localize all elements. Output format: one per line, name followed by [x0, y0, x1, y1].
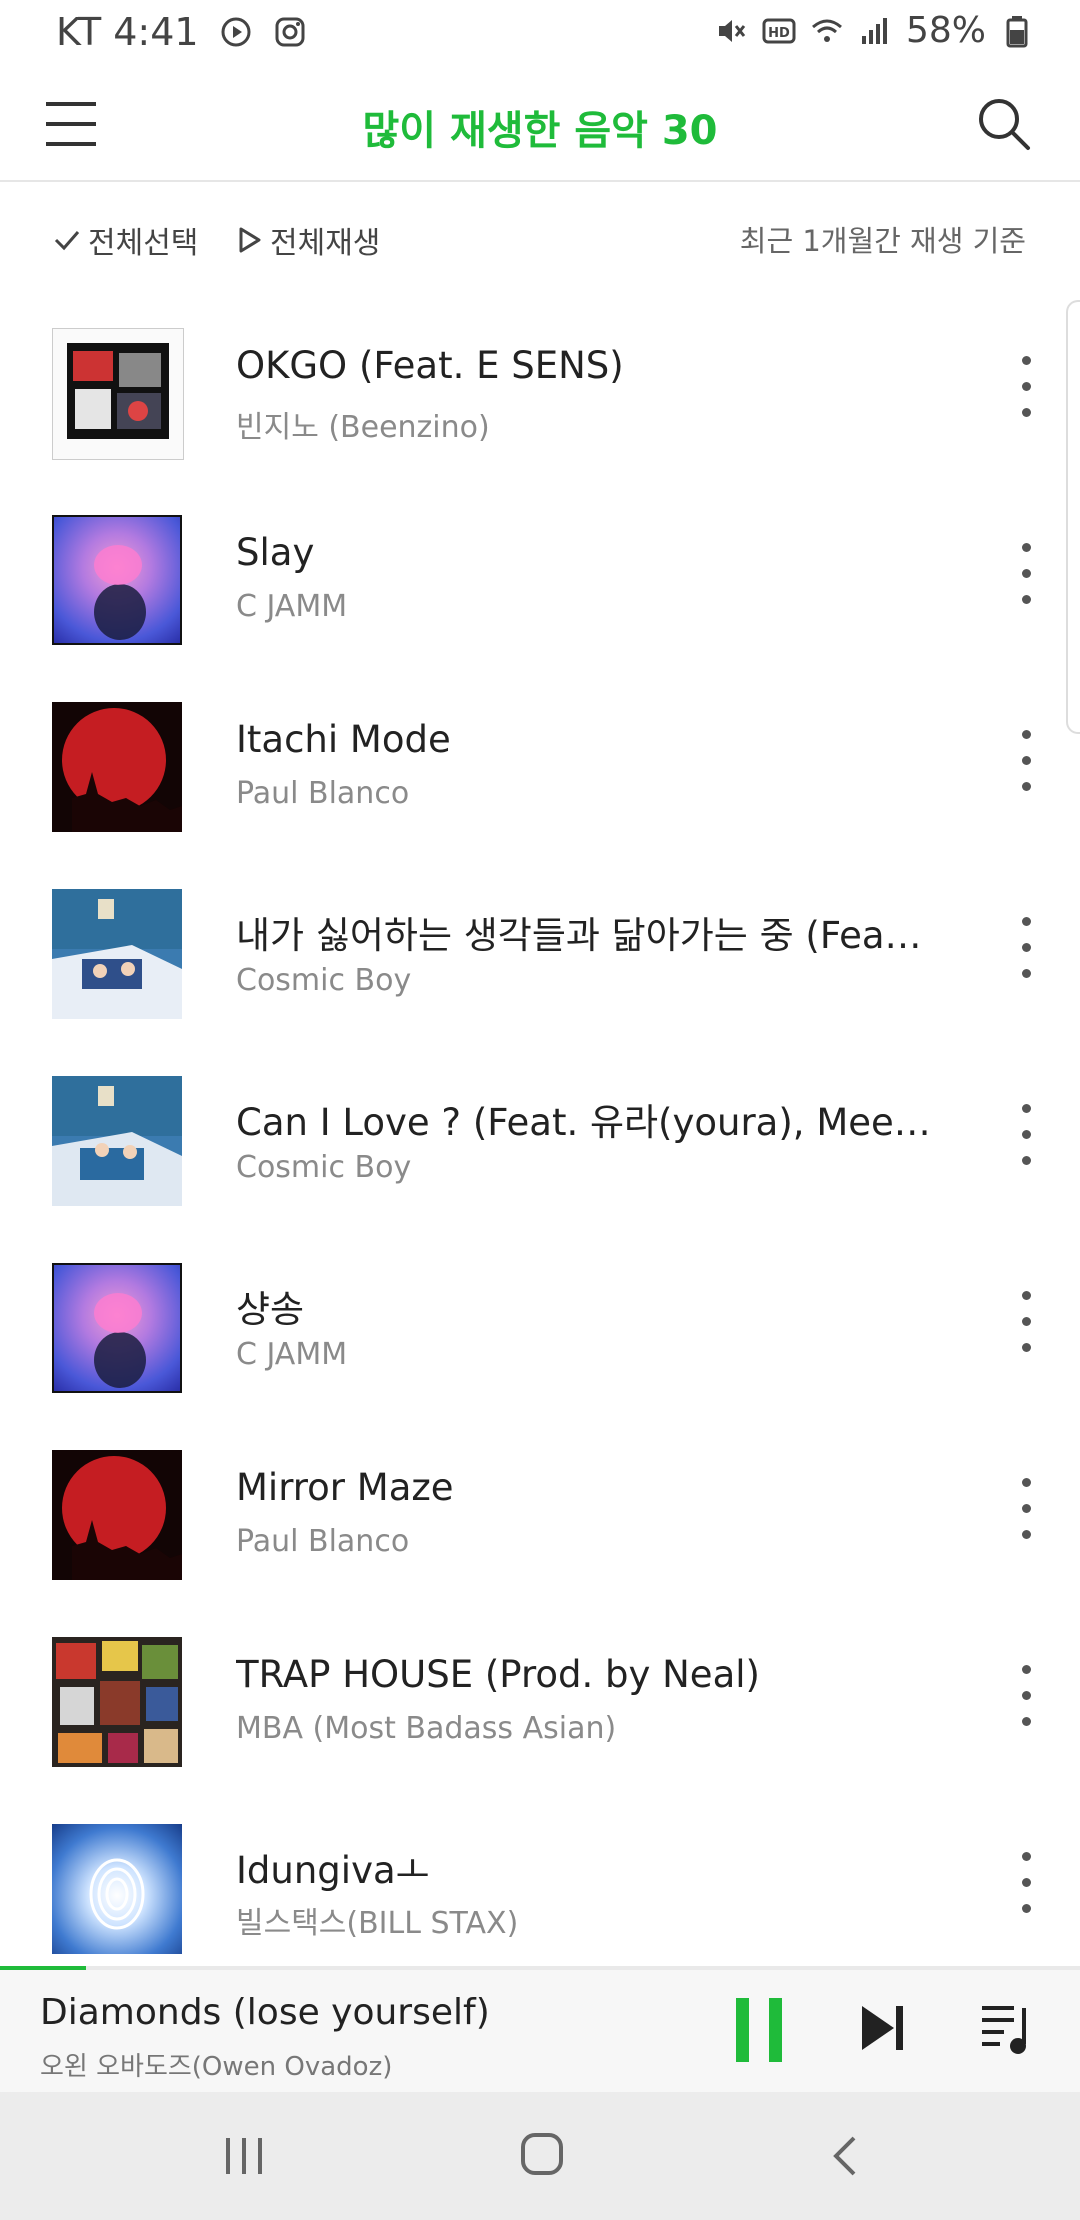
song-artist: Cosmic Boy [236, 963, 412, 998]
back-icon [833, 2136, 856, 2176]
recent-apps-button[interactable] [222, 2136, 266, 2176]
play-icon [239, 227, 261, 253]
scroll-handle[interactable] [1066, 300, 1080, 734]
song-artist: Cosmic Boy [236, 1150, 412, 1185]
skip-next-button[interactable] [858, 2000, 908, 2056]
song-artist: C JAMM [236, 589, 348, 624]
song-artist: MBA (Most Badass Asian) [236, 1711, 617, 1746]
queue-icon [982, 2006, 1026, 2054]
song-artist: Paul Blanco [236, 776, 410, 811]
song-row[interactable]: TRAP HOUSE (Prod. by Neal) MBA (Most Bad… [0, 1615, 1080, 1802]
signal-icon [861, 17, 887, 44]
song-artist: Paul Blanco [236, 1524, 410, 1559]
song-title: 내가 싫어하는 생각들과 닮아가는 중 (Feat.… [236, 914, 936, 957]
play-count-basis: 최근 1개월간 재생 기준 [739, 224, 1026, 258]
more-options-button[interactable] [1012, 354, 1040, 420]
song-row[interactable]: Slay C JAMM [0, 493, 1080, 680]
list-controls: 전체선택 전체재생 최근 1개월간 재생 기준 [0, 182, 1080, 294]
song-title: Mirror Maze [236, 1466, 454, 1509]
song-row[interactable]: Can I Love ? (Feat. 유라(youra), Meego) Co… [0, 1054, 1080, 1241]
more-options-button[interactable] [1012, 1102, 1040, 1168]
app-header: 많이 재생한 음악 30 [0, 68, 1080, 182]
playback-progress-fill [0, 1966, 87, 1970]
song-row[interactable]: 내가 싫어하는 생각들과 닮아가는 중 (Feat.… Cosmic Boy [0, 867, 1080, 1054]
album-art [52, 1263, 182, 1393]
more-options-button[interactable] [1012, 541, 1040, 607]
more-options-button[interactable] [1012, 1476, 1040, 1542]
song-title: 샹송 [236, 1288, 305, 1331]
recent-apps-icon [226, 2138, 262, 2174]
svg-text:HD: HD [768, 26, 790, 41]
carrier-time: KT 4:41 [56, 10, 199, 54]
album-art [52, 702, 182, 832]
album-art [52, 1450, 182, 1580]
more-options-button[interactable] [1012, 1850, 1040, 1916]
play-all-label: 전체재생 [270, 226, 381, 261]
song-list: OKGO (Feat. E SENS) 빈지노 (Beenzino) Slay … [0, 306, 1080, 1966]
song-row[interactable]: Itachi Mode Paul Blanco [0, 680, 1080, 867]
album-art [52, 328, 184, 460]
song-artist: C JAMM [236, 1337, 348, 1372]
song-title: TRAP HOUSE (Prod. by Neal) [236, 1653, 760, 1696]
more-options-button[interactable] [1012, 915, 1040, 981]
mute-icon [718, 19, 746, 42]
hd-voice-icon: HD [762, 18, 796, 43]
song-title: Slay [236, 531, 315, 574]
page-title: 많이 재생한 음악 30 [362, 108, 718, 154]
battery-icon [1006, 15, 1028, 47]
song-row[interactable]: Mirror Maze Paul Blanco [0, 1428, 1080, 1615]
playback-progress [0, 1966, 1080, 1970]
song-title: Idungivaㅗ [236, 1849, 430, 1892]
select-all-button[interactable]: 전체선택 [52, 218, 198, 262]
song-row[interactable]: Idungivaㅗ 빌스택스(BILL STAX) [0, 1802, 1080, 1966]
wifi-icon [812, 19, 842, 42]
album-art [52, 515, 182, 645]
album-art [52, 1824, 182, 1954]
album-art [52, 1637, 182, 1767]
song-row[interactable]: OKGO (Feat. E SENS) 빈지노 (Beenzino) [0, 306, 1080, 493]
album-art [52, 1076, 182, 1206]
status-bar: KT 4:41 HD 58% [0, 0, 1080, 68]
skip-next-icon [862, 2006, 903, 2050]
system-nav-bar [0, 2092, 1080, 2220]
home-icon [521, 2133, 563, 2175]
back-button[interactable] [826, 2134, 866, 2178]
now-playing-artist: 오왼 오바도즈(Owen Ovadoz) [40, 2052, 393, 2082]
more-options-button[interactable] [1012, 728, 1040, 794]
check-icon [54, 231, 80, 251]
now-playing-title: Diamonds (lose yourself) [40, 1992, 490, 2033]
album-art [52, 889, 182, 1019]
home-button[interactable] [520, 2132, 564, 2176]
search-button[interactable] [974, 94, 1034, 154]
instagram-icon [275, 17, 305, 47]
song-title: Can I Love ? (Feat. 유라(youra), Meego) [236, 1101, 936, 1144]
song-artist: 빈지노 (Beenzino) [236, 410, 490, 445]
play-all-button[interactable]: 전체재생 [236, 218, 380, 262]
song-artist: 빌스택스(BILL STAX) [236, 1906, 519, 1941]
playlist-queue-button[interactable] [980, 1998, 1034, 2058]
pause-button[interactable] [736, 1998, 782, 2062]
search-icon [979, 99, 1030, 150]
more-options-button[interactable] [1012, 1289, 1040, 1355]
battery-percent: 58% [905, 10, 986, 51]
song-row[interactable]: 샹송 C JAMM [0, 1241, 1080, 1428]
select-all-label: 전체선택 [88, 226, 199, 261]
more-options-button[interactable] [1012, 1663, 1040, 1729]
song-title: Itachi Mode [236, 718, 451, 761]
mini-player[interactable]: Diamonds (lose yourself) 오왼 오바도즈(Owen Ov… [0, 1966, 1080, 2092]
play-circle-icon [221, 17, 251, 47]
song-title: OKGO (Feat. E SENS) [236, 344, 624, 387]
